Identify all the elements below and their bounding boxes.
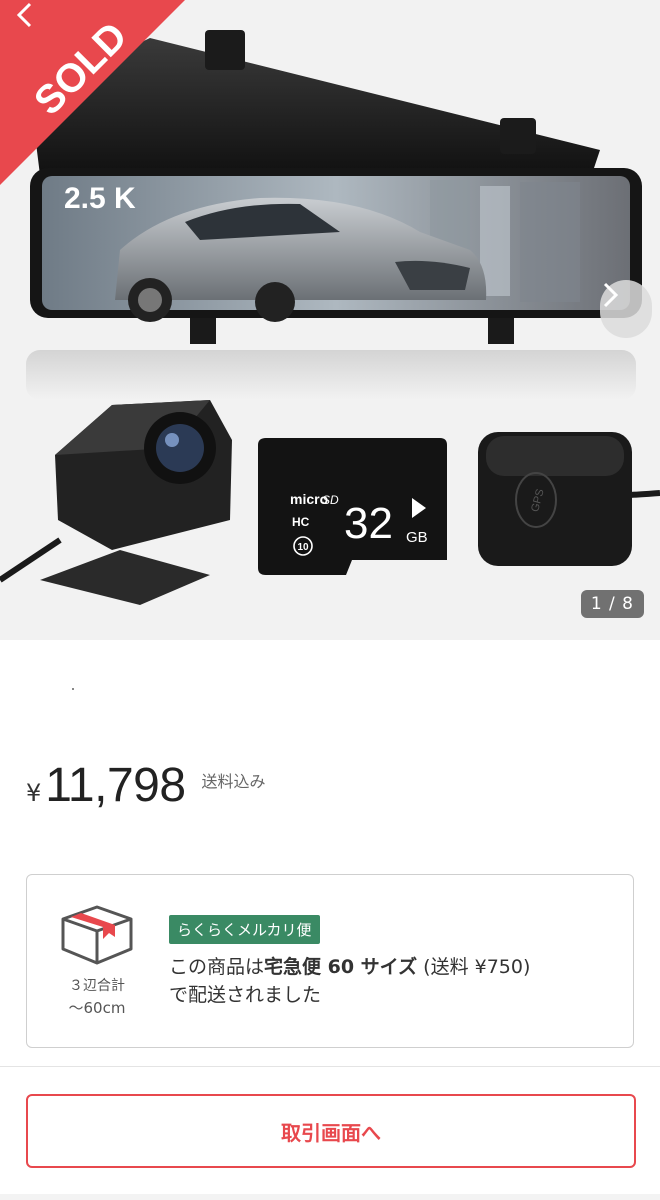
- product-image-gallery[interactable]: 2.5 K micro SD HC 10 32 GB GPS SOLD 1 / …: [0, 0, 660, 640]
- chevron-left-icon: [16, 2, 32, 28]
- svg-text:SD: SD: [322, 493, 339, 507]
- size-sum-label: ３辺合計: [69, 978, 125, 994]
- shipping-included-label: 送料込み: [201, 772, 266, 791]
- currency-symbol: ¥: [26, 779, 42, 807]
- chevron-right-icon: [603, 282, 619, 308]
- size-max-label: 〜60cm: [68, 999, 126, 1017]
- back-button[interactable]: [14, 0, 54, 36]
- gps-antenna-image: GPS: [478, 432, 660, 566]
- divider-dot: [72, 688, 74, 690]
- price-row: ¥ 11,798 送料込み: [26, 758, 266, 813]
- section-divider: [0, 1066, 660, 1067]
- svg-text:GB: GB: [406, 529, 428, 546]
- svg-text:32: 32: [344, 499, 393, 548]
- svg-text:10: 10: [297, 542, 309, 553]
- rakuraku-badge: らくらくメルカリ便: [169, 915, 320, 944]
- shipping-info-card: ３辺合計 〜60cm らくらくメルカリ便 この商品は宅急便 60 サイズ (送料…: [26, 874, 634, 1048]
- trade-screen-button[interactable]: 取引画面へ: [26, 1094, 636, 1168]
- svg-text:HC: HC: [292, 515, 310, 529]
- sd-card-image: micro SD HC 10 32 GB: [258, 438, 447, 575]
- box-icon: [61, 905, 133, 965]
- bottom-bar: [0, 1194, 660, 1200]
- shipping-description: この商品は宅急便 60 サイズ (送料 ¥750) で配送されました: [169, 956, 531, 1006]
- next-image-button[interactable]: [600, 280, 652, 338]
- image-counter: 1 / 8: [580, 590, 644, 618]
- price-amount: 11,798: [45, 759, 186, 812]
- rear-camera-image: [0, 400, 232, 605]
